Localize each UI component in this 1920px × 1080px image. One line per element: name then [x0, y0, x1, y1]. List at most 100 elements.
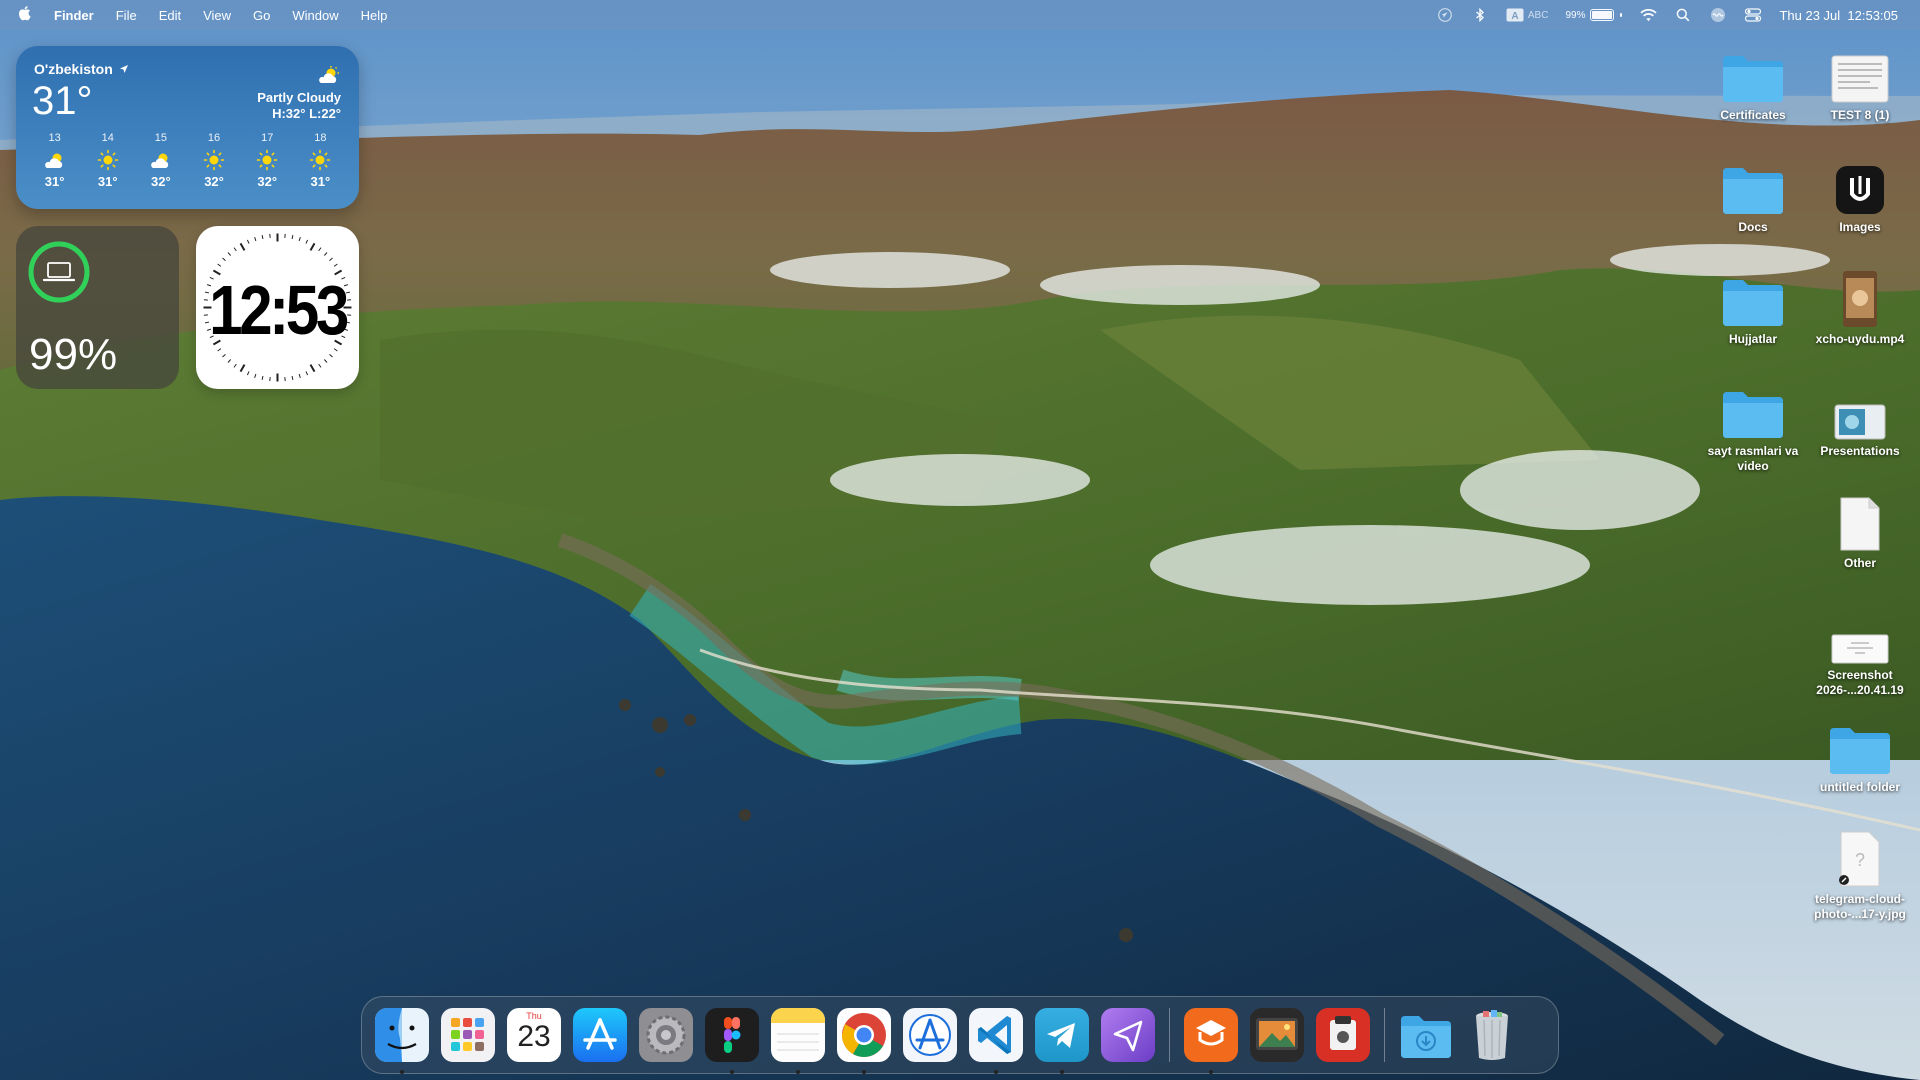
apple-menu-icon[interactable]: [18, 5, 32, 26]
siri-icon[interactable]: [1709, 7, 1727, 23]
dock-notes[interactable]: [771, 1008, 825, 1074]
dock-figma[interactable]: [705, 1008, 759, 1074]
clock-tick: [233, 363, 237, 368]
desktop-item-sayt-rasmlari[interactable]: sayt rasmlari va video: [1701, 378, 1805, 474]
running-indicator: [1060, 1070, 1064, 1074]
clock-tick: [298, 236, 301, 242]
clock-tick: [323, 252, 328, 256]
document-icon: [1827, 42, 1893, 104]
dock-downloads[interactable]: [1399, 1008, 1453, 1062]
menu-go[interactable]: Go: [253, 8, 270, 23]
dock-system-preferences[interactable]: [639, 1008, 693, 1062]
dock-recent-app-2[interactable]: [1250, 1008, 1304, 1062]
clock-tick: [261, 235, 264, 240]
desktop-item-other[interactable]: Other: [1808, 490, 1912, 571]
desktop-item-docs[interactable]: Docs: [1701, 154, 1805, 235]
menu-bar: Finder File Edit View Go Window Help A A…: [0, 0, 1920, 30]
input-source-icon[interactable]: A ABC: [1506, 7, 1549, 23]
battery-status[interactable]: 99%: [1565, 7, 1623, 23]
desktop-item-label: sayt rasmlari va video: [1707, 444, 1799, 473]
dock-send-app[interactable]: [1101, 1008, 1155, 1062]
notes-icon: [771, 1008, 825, 1062]
battery-icon: [1590, 9, 1615, 21]
clock-tick: [227, 359, 232, 363]
video-icon: [1827, 266, 1893, 328]
wifi-icon[interactable]: [1639, 7, 1657, 23]
forecast-day: 13: [48, 132, 61, 144]
sun-icon: [309, 146, 331, 174]
forecast-temp: 31°: [44, 174, 65, 189]
send-icon: [1101, 1008, 1155, 1062]
battery-cap: [1620, 13, 1623, 17]
forecast-item: 13 31°: [30, 132, 80, 189]
dock-launchpad[interactable]: [441, 1008, 495, 1062]
dock-telegram[interactable]: [1035, 1008, 1089, 1074]
menu-edit[interactable]: Edit: [159, 8, 181, 23]
clock-tick: [261, 375, 264, 380]
running-indicator: [994, 1070, 998, 1074]
battery-fill: [1592, 11, 1613, 19]
dock-calendar[interactable]: Thu 23: [507, 1008, 561, 1062]
dock-instruments[interactable]: [903, 1008, 957, 1062]
dock-finder[interactable]: [375, 1008, 429, 1074]
battery-widget[interactable]: 99%: [16, 226, 179, 389]
clock-tick: [227, 252, 232, 256]
menu-window[interactable]: Window: [292, 8, 338, 23]
desktop-item-untitled-folder[interactable]: untitled folder: [1808, 714, 1912, 795]
battery-percent-label: 99%: [1565, 9, 1586, 21]
forecast-temp: 32°: [257, 174, 278, 189]
menu-app-name[interactable]: Finder: [54, 8, 94, 23]
dock-vscode[interactable]: [969, 1008, 1023, 1074]
dock-trash[interactable]: [1465, 1008, 1519, 1062]
weather-location: O'zbekiston: [34, 61, 129, 77]
location-icon[interactable]: [1436, 7, 1454, 23]
settings-icon: [639, 1008, 693, 1062]
running-indicator: [400, 1070, 404, 1074]
desktop-item-images[interactable]: Images: [1808, 154, 1912, 235]
svg-text:A: A: [1511, 11, 1518, 22]
desktop-item-video[interactable]: xcho-uydu.mp4: [1808, 266, 1912, 347]
dock-recent-app-3[interactable]: [1316, 1008, 1370, 1062]
sun-icon: [256, 146, 278, 174]
input-source-label: ABC: [1527, 9, 1549, 21]
menu-file[interactable]: File: [116, 8, 137, 23]
partly-cloudy-icon: [43, 146, 67, 174]
forecast-item: 16 32°: [189, 132, 239, 189]
weather-location-label: O'zbekiston: [34, 61, 113, 77]
dock-recent-app-1[interactable]: [1184, 1008, 1238, 1074]
menu-help[interactable]: Help: [361, 8, 388, 23]
desktop-item-test8[interactable]: TEST 8 (1): [1808, 42, 1912, 123]
partly-cloudy-icon: [149, 146, 173, 174]
desktop-item-label: Certificates: [1720, 108, 1786, 122]
dock-app-store[interactable]: [573, 1008, 627, 1062]
clock-widget[interactable]: 12:53: [196, 226, 359, 389]
bluetooth-icon[interactable]: [1471, 7, 1489, 23]
clock-tick: [291, 235, 294, 240]
desktop-item-label: untitled folder: [1820, 780, 1900, 794]
orange-app-icon: [1184, 1008, 1238, 1062]
control-center-icon[interactable]: [1744, 7, 1762, 23]
folder-icon: [1827, 714, 1893, 776]
weather-current-temp: 31°: [32, 79, 93, 123]
desktop-item-screenshot[interactable]: Screenshot 2026-...20.41.19: [1808, 602, 1912, 698]
weather-widget[interactable]: O'zbekiston 31° Partly Cloudy H:32° L:22…: [16, 46, 359, 209]
desktop-item-presentations[interactable]: Presentations: [1808, 378, 1912, 459]
clock-tick: [305, 371, 309, 376]
desktop-item-telegram-photo[interactable]: ? telegram-cloud-photo-...17-y.jpg: [1808, 826, 1912, 922]
document-icon: [1827, 490, 1893, 552]
location-arrow-icon: [119, 65, 128, 73]
forecast-day: 15: [154, 132, 168, 144]
desktop-item-certificates[interactable]: Certificates: [1701, 42, 1805, 123]
desktop-item-label: xcho-uydu.mp4: [1815, 332, 1905, 346]
spotlight-icon[interactable]: [1674, 7, 1692, 23]
telegram-icon: [1035, 1008, 1089, 1062]
menu-clock[interactable]: Thu 23 Jul 12:53:05: [1779, 8, 1898, 23]
sun-icon: [203, 146, 225, 174]
desktop-item-hujjatlar[interactable]: Hujjatlar: [1701, 266, 1805, 347]
partly-cloudy-icon: [317, 66, 341, 89]
folder-icon: [1720, 42, 1786, 104]
running-indicator: [730, 1070, 734, 1074]
menu-view[interactable]: View: [203, 8, 231, 23]
dock-chrome[interactable]: [837, 1008, 891, 1074]
clock-tick: [254, 236, 257, 242]
